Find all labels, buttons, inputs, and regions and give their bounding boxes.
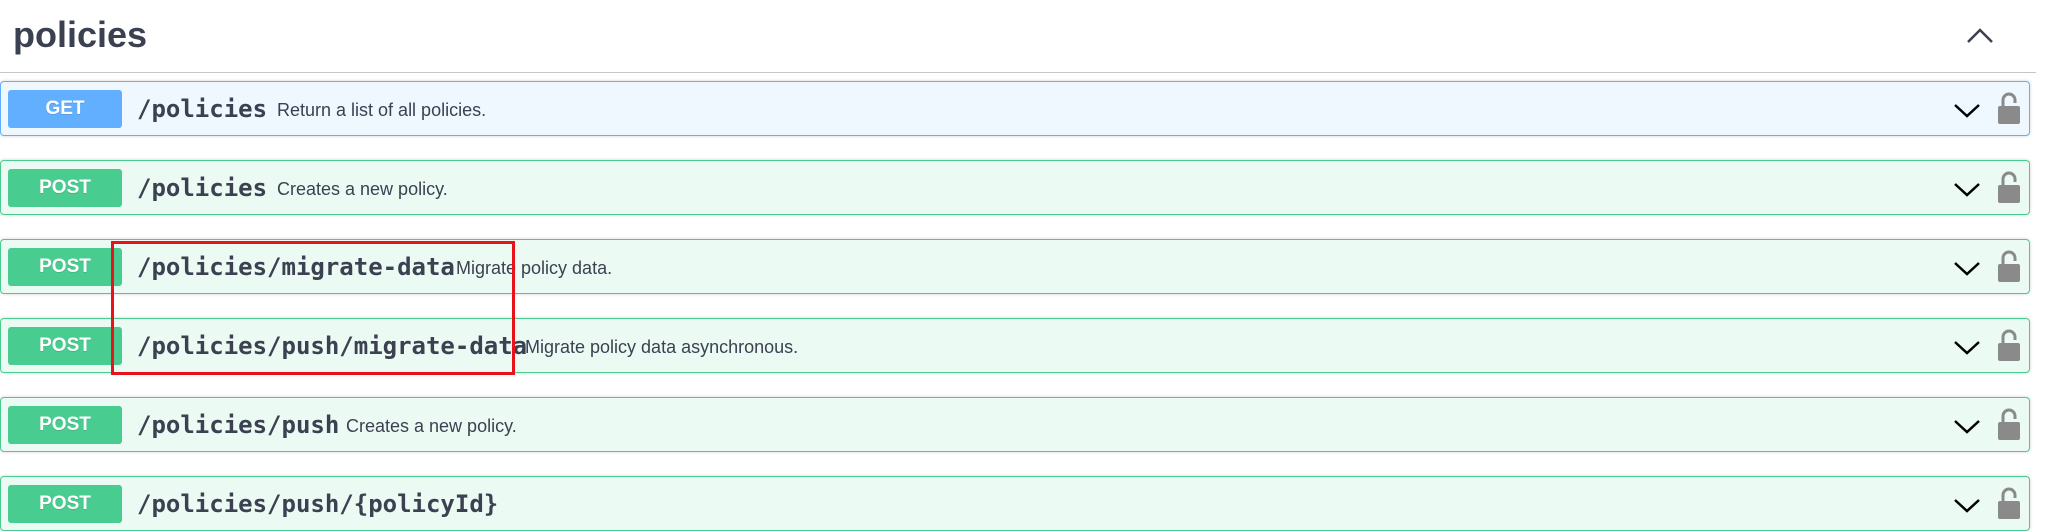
operation-summary: Migrate policy data. [456,258,613,278]
operation-row-post-policies-migrate-data[interactable]: POST /policies/migrate-data Migrate poli… [0,239,2030,294]
section-header-policies[interactable]: policies [0,0,2036,73]
operation-row-post-policies-push[interactable]: POST /policies/push Creates a new policy… [0,397,2030,452]
operation-path: /policies [137,174,268,202]
lock-icon[interactable] [1997,170,2021,204]
collapse-section-button[interactable] [1960,18,2000,54]
method-badge: POST [8,169,122,207]
expand-operation-button[interactable] [1951,175,1983,203]
chevron-down-icon [1954,262,1980,276]
lock-icon[interactable] [1997,407,2021,441]
chevron-down-icon [1954,341,1980,355]
section-title: policies [13,14,148,55]
chevron-down-icon [1954,420,1980,434]
method-badge: POST [8,327,122,365]
expand-operation-button[interactable] [1951,412,1983,440]
method-badge: GET [8,90,122,128]
operation-row-post-policies[interactable]: POST /policies Creates a new policy. [0,160,2030,215]
method-badge: POST [8,485,122,523]
method-badge: POST [8,406,122,444]
operation-summary: Creates a new policy. [277,179,448,199]
chevron-up-icon [1967,28,1993,43]
operation-path: /policies/migrate-data [137,253,455,281]
lock-icon[interactable] [1997,249,2021,283]
lock-icon[interactable] [1997,91,2021,125]
operation-path: /policies [137,95,268,123]
operation-row-post-policies-push-migrate-data[interactable]: POST /policies/push/migrate-data Migrate… [0,318,2030,373]
operation-row-get-policies[interactable]: GET /policies Return a list of all polic… [0,81,2030,136]
operation-summary: Creates a new policy. [346,416,517,436]
chevron-down-icon [1954,104,1980,118]
operation-path: /policies/push/{policyId} [137,490,499,518]
operation-path: /policies/push/migrate-data [137,332,528,360]
expand-operation-button[interactable] [1951,254,1983,282]
chevron-down-icon [1954,499,1980,513]
operation-path: /policies/push [137,411,340,439]
lock-icon[interactable] [1997,328,2021,362]
chevron-down-icon [1954,183,1980,197]
expand-operation-button[interactable] [1951,491,1983,519]
operation-summary: Migrate policy data asynchronous. [525,337,799,357]
expand-operation-button[interactable] [1951,333,1983,361]
method-badge: POST [8,248,122,286]
expand-operation-button[interactable] [1951,96,1983,124]
operation-summary: Return a list of all policies. [277,100,487,120]
lock-icon[interactable] [1997,486,2021,520]
